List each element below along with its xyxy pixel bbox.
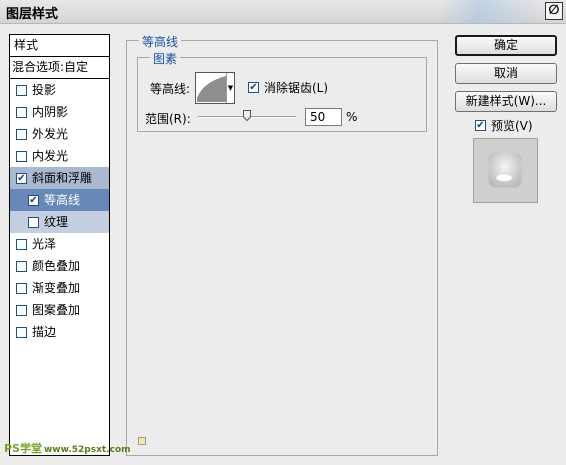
percent-unit: % — [346, 110, 358, 124]
style-item-label: 内阴影 — [32, 105, 69, 119]
style-item-label: 斜面和浮雕 — [32, 171, 93, 185]
style-item-label: 描边 — [32, 325, 57, 339]
checkbox-checked[interactable]: ✔ — [28, 194, 39, 206]
style-item-label: 颜色叠加 — [32, 259, 81, 273]
style-item-gradient-overlay[interactable]: 渐变叠加 — [10, 277, 109, 299]
checkbox[interactable] — [16, 304, 27, 316]
style-item-contour[interactable]: ✔ 等高线 — [10, 189, 109, 211]
style-preview — [473, 138, 538, 203]
ok-button[interactable]: 确定 — [455, 35, 557, 56]
preview-label: 预览(V) — [491, 119, 533, 133]
styles-list: 样式 混合选项:自定 投影 内阴影 外发光 内发光 ✔ 斜面和浮雕 ✔ 等高线 … — [9, 34, 110, 456]
style-item-inner-shadow[interactable]: 内阴影 — [10, 101, 109, 123]
style-item-label: 外发光 — [32, 127, 69, 141]
contour-curve-icon — [197, 74, 226, 102]
close-button[interactable]: ∅ — [545, 2, 563, 20]
watermark-url: www.52psxt.com — [43, 445, 131, 455]
range-slider[interactable] — [198, 110, 296, 121]
checkbox[interactable] — [16, 150, 27, 162]
style-item-outer-glow[interactable]: 外发光 — [10, 123, 109, 145]
style-item-label: 投影 — [32, 83, 57, 97]
checkbox[interactable] — [16, 238, 27, 250]
style-item-inner-glow[interactable]: 内发光 — [10, 145, 109, 167]
checkbox[interactable] — [16, 326, 27, 338]
range-label: 范围(R): — [145, 112, 191, 126]
style-item-label: 图案叠加 — [32, 303, 81, 317]
slider-thumb-icon[interactable] — [243, 110, 251, 121]
preview-thumbnail — [474, 139, 537, 202]
range-input[interactable] — [305, 108, 342, 126]
antialias-label: 消除锯齿(L) — [264, 81, 329, 95]
checkbox[interactable] — [16, 128, 27, 140]
style-item-label: 纹理 — [44, 215, 69, 229]
style-item-label: 内发光 — [32, 149, 69, 163]
style-item-pattern-overlay[interactable]: 图案叠加 — [10, 299, 109, 321]
style-item-texture[interactable]: 纹理 — [10, 211, 109, 233]
window-title: 图层样式 — [6, 7, 59, 22]
new-style-button[interactable]: 新建样式(W)... — [455, 91, 557, 112]
style-item-label: 等高线 — [44, 193, 81, 207]
watermark-brand: PS学堂 — [4, 442, 42, 455]
watermark: PS学堂 www.52psxt.com — [4, 440, 131, 456]
style-item-stroke[interactable]: 描边 — [10, 321, 109, 343]
style-item-label: 光泽 — [32, 237, 57, 251]
checkbox-checked[interactable]: ✔ — [475, 120, 486, 131]
elements-group-title: 图素 — [150, 50, 181, 67]
chevron-down-icon[interactable]: ▼ — [226, 73, 234, 103]
antialias-checkbox[interactable]: ✔ 消除锯齿(L) — [248, 79, 328, 96]
blend-options-item[interactable]: 混合选项:自定 — [10, 57, 109, 79]
styles-header: 样式 — [10, 35, 109, 57]
checkbox[interactable] — [16, 84, 27, 96]
checkbox[interactable] — [16, 282, 27, 294]
resize-grip-icon — [138, 437, 146, 445]
checkbox-checked[interactable]: ✔ — [248, 82, 259, 93]
contour-picker[interactable]: ▼ — [195, 72, 235, 104]
style-item-label: 渐变叠加 — [32, 281, 81, 295]
contour-label: 等高线: — [150, 82, 191, 96]
title-decoration — [440, 0, 540, 24]
style-item-color-overlay[interactable]: 颜色叠加 — [10, 255, 109, 277]
checkbox-checked[interactable]: ✔ — [16, 172, 27, 184]
preview-checkbox[interactable]: ✔ 预览(V) — [475, 117, 533, 134]
style-item-drop-shadow[interactable]: 投影 — [10, 79, 109, 101]
style-item-bevel-emboss[interactable]: ✔ 斜面和浮雕 — [10, 167, 109, 189]
checkbox[interactable] — [16, 106, 27, 118]
style-item-satin[interactable]: 光泽 — [10, 233, 109, 255]
checkbox[interactable] — [28, 216, 39, 228]
contour-group-title: 等高线 — [139, 33, 182, 50]
checkbox[interactable] — [16, 260, 27, 272]
cancel-button[interactable]: 取消 — [455, 63, 557, 84]
title-bar: 图层样式 ∅ — [0, 0, 566, 24]
